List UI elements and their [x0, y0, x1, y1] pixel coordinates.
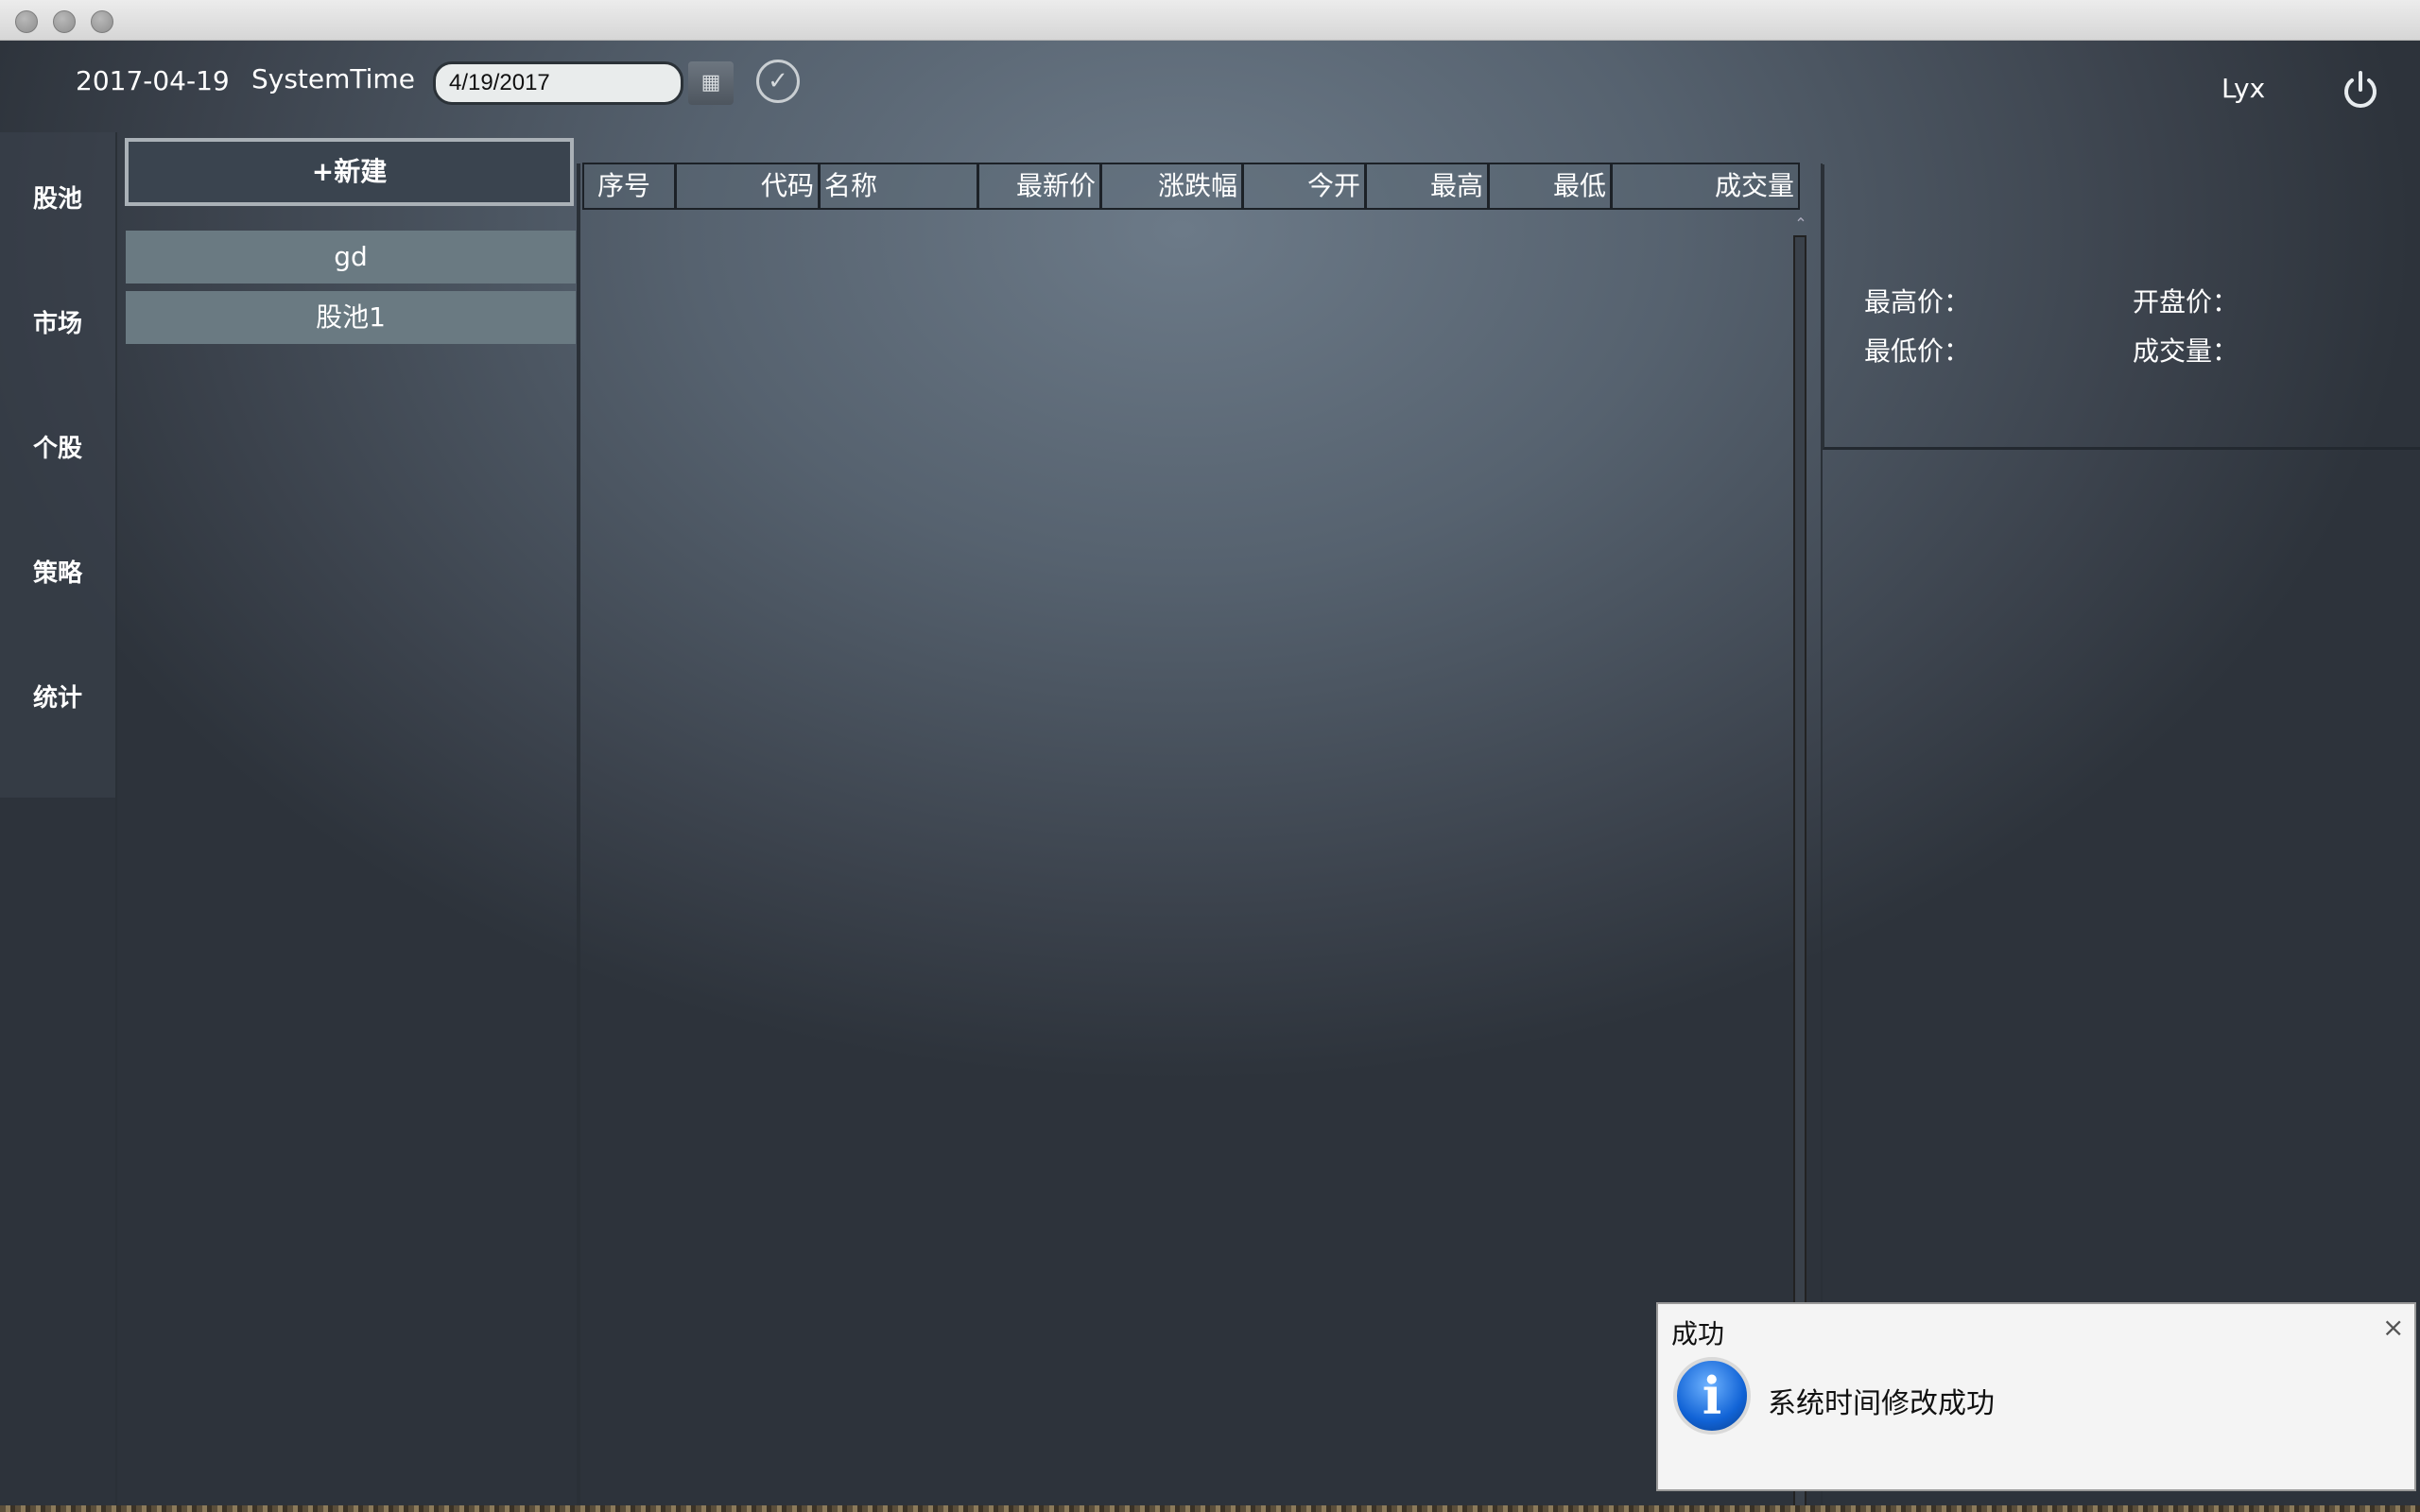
zoom-window-button[interactable]	[91, 10, 113, 33]
volume-label: 成交量：	[2133, 335, 2239, 367]
desktop-background	[0, 1505, 2420, 1512]
left-nav: 股池 市场 个股 策略 统计	[0, 132, 117, 798]
open-price-label: 开盘价：	[2133, 286, 2239, 318]
column-header-open[interactable]: 今开	[1244, 164, 1367, 208]
nav-item-stock[interactable]: 个股	[0, 429, 115, 464]
calendar-button[interactable]: ▦	[688, 61, 734, 105]
power-button[interactable]	[2337, 67, 2384, 114]
column-header-name[interactable]: 名称	[821, 164, 979, 208]
nav-item-stock-pool[interactable]: 股池	[0, 180, 115, 215]
nav-item-strategy[interactable]: 策略	[0, 554, 115, 589]
current-date: 2017-04-19	[76, 65, 230, 96]
chevron-up-icon[interactable]: ⌃	[1793, 215, 1808, 233]
username: Lyx	[2221, 73, 2266, 104]
notification-message: 系统时间修改成功	[1768, 1387, 1995, 1420]
low-price-label: 最低价：	[1864, 335, 1971, 367]
column-header-high[interactable]: 最高	[1367, 164, 1490, 208]
title-bar	[0, 0, 2420, 41]
notification-title: 成功	[1671, 1318, 1725, 1349]
pool-item[interactable]: gd	[126, 231, 576, 284]
minimize-window-button[interactable]	[53, 10, 76, 33]
nav-item-market[interactable]: 市场	[0, 304, 115, 339]
column-header-volume[interactable]: 成交量	[1613, 164, 1798, 208]
new-pool-button[interactable]: +新建	[125, 138, 574, 206]
stock-table: 序号 代码 名称 最新价 涨跌幅 今开 最高 最低 成交量 ⌃	[580, 163, 1807, 1512]
pool-panel: +新建 gd 股池1	[117, 132, 577, 1512]
stock-info-panel: 最高价： 开盘价： 最低价： 成交量：	[1823, 164, 2420, 450]
close-icon[interactable]: ×	[2382, 1312, 2404, 1343]
confirm-time-button[interactable]: ✓	[756, 60, 800, 103]
nav-item-statistics[interactable]: 统计	[0, 679, 115, 713]
column-header-code[interactable]: 代码	[677, 164, 821, 208]
close-window-button[interactable]	[15, 10, 38, 33]
table-header: 序号 代码 名称 最新价 涨跌幅 今开 最高 最低 成交量	[582, 163, 1800, 210]
high-price-label: 最高价：	[1864, 286, 1971, 318]
calendar-icon: ▦	[700, 71, 721, 94]
column-header-latest-price[interactable]: 最新价	[979, 164, 1102, 208]
info-icon: i	[1673, 1357, 1751, 1435]
power-icon	[2344, 71, 2377, 108]
success-notification: 成功 × i 系统时间修改成功	[1656, 1302, 2416, 1491]
app-body: 2017-04-19 SystemTime 4/19/2017 ▦ ✓ Lyx …	[0, 41, 2420, 1512]
pool-item[interactable]: 股池1	[126, 291, 576, 344]
column-header-change-pct[interactable]: 涨跌幅	[1102, 164, 1244, 208]
system-time-input[interactable]: 4/19/2017	[433, 61, 683, 105]
app-window: 2017-04-19 SystemTime 4/19/2017 ▦ ✓ Lyx …	[0, 0, 2420, 1512]
column-header-index[interactable]: 序号	[584, 164, 677, 208]
check-circle-icon: ✓	[768, 67, 788, 95]
column-header-low[interactable]: 最低	[1490, 164, 1613, 208]
system-time-label: SystemTime	[251, 63, 415, 94]
